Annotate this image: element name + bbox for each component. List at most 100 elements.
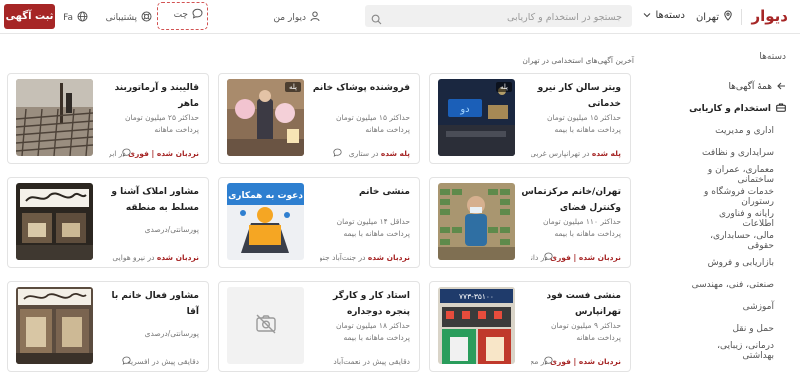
language-selector[interactable]: Fa bbox=[63, 11, 88, 25]
ad-image: دو پله bbox=[438, 79, 515, 156]
ad-card[interactable]: قالیبند و آرماتوربند ماهر حداکثر ۲۵ میلی… bbox=[7, 73, 209, 164]
ad-title: مشاور املاک آشنا و مسلط به منطقه نیروهوا… bbox=[111, 187, 199, 213]
chat-icon bbox=[544, 350, 553, 369]
sidebar-item-label: مالی، حسابداری، حقوقی bbox=[710, 231, 774, 251]
promoted-tag: پله bbox=[284, 82, 301, 92]
ad-salary: پورسانتی/درصدی bbox=[144, 225, 199, 234]
ad-salary: پورسانتی/درصدی bbox=[144, 329, 199, 338]
ad-image bbox=[16, 183, 93, 260]
sidebar-item-medical[interactable]: درمانی، زیبایی، بهداشتی bbox=[686, 340, 786, 362]
ad-image bbox=[16, 287, 93, 364]
ad-card-text: مشاور فعال خانم با آقا پورسانتی/درصدی دق… bbox=[99, 288, 199, 366]
chat-button[interactable]: چت bbox=[174, 8, 203, 22]
ad-image bbox=[16, 79, 93, 156]
divar-logo[interactable]: دیوار bbox=[751, 7, 788, 25]
chat-icon bbox=[122, 142, 131, 161]
ad-card-text: فروشنده پوشاک خانم حداکثر ۱۵ میلیون توما… bbox=[310, 80, 410, 158]
ad-title: تهران/خانم مرکزتماس وکنترل فضای مجازی... bbox=[521, 187, 621, 213]
ad-salary: حداکثر ۹ میلیون تومان bbox=[551, 321, 621, 330]
sidebar-item-finance[interactable]: مالی، حسابداری، حقوقی bbox=[686, 230, 786, 252]
sidebar-item-all-ads[interactable]: همهٔ آگهی‌ها bbox=[686, 76, 786, 98]
ad-card-text: قالیبند و آرماتوربند ماهر حداکثر ۲۵ میلی… bbox=[99, 80, 199, 158]
sidebar-item-it[interactable]: رایانه و فناوری اطلاعات bbox=[686, 208, 786, 230]
ad-title: منشی خانم bbox=[359, 187, 410, 197]
search-icon bbox=[371, 10, 382, 29]
ad-payment: پرداخت ماهانه با بیمه bbox=[343, 333, 410, 342]
ad-payment: پرداخت ماهانه با بیمه bbox=[554, 229, 621, 238]
search-box[interactable] bbox=[365, 5, 632, 29]
chat-bubble-icon bbox=[192, 8, 203, 22]
chat-icon bbox=[333, 142, 342, 161]
ad-salary: حداکثر ۱۱۰ میلیون تومان bbox=[542, 217, 621, 226]
ad-card-text: منشی خانم حداقل ۱۴ میلیون تومان پرداخت م… bbox=[310, 184, 410, 262]
ad-card-text: ویتر سالن کار نیرو خدماتی حداکثر ۱۵ میلی… bbox=[521, 80, 621, 158]
ad-card[interactable]: تهران/خانم مرکزتماس وکنترل فضای مجازی...… bbox=[429, 177, 631, 268]
sidebar-item-marketing[interactable]: بازاریابی و فروش bbox=[686, 252, 786, 274]
chat-icon bbox=[544, 246, 553, 265]
support-icon bbox=[141, 11, 152, 25]
sidebar-title: دسته‌ها bbox=[759, 52, 786, 62]
ad-title: فروشنده پوشاک خانم bbox=[312, 83, 410, 93]
my-divar-label: دیوار من bbox=[273, 13, 306, 23]
ad-card-text: منشی فست فود تهرانپارس حداکثر ۹ میلیون ت… bbox=[521, 288, 621, 366]
sidebar-item-label: رایانه و فناوری اطلاعات bbox=[719, 209, 774, 229]
ad-payment: پرداخت ماهانه با بیمه bbox=[554, 125, 621, 134]
post-ad-button[interactable]: ثبت آگهی bbox=[4, 4, 55, 29]
ad-card[interactable]: منشی خانم حداقل ۱۴ میلیون تومان پرداخت م… bbox=[218, 177, 420, 268]
ad-card-text: استاد کار و کارگر پنجره دوجداره حداکثر ۱… bbox=[310, 288, 410, 366]
sidebar-item-label: همهٔ آگهی‌ها bbox=[728, 82, 772, 92]
categories-label: دسته‌ها bbox=[655, 10, 685, 21]
location-pin-icon bbox=[723, 10, 733, 24]
ad-card[interactable]: استاد کار و کارگر پنجره دوجداره حداکثر ۱… bbox=[218, 281, 420, 372]
ad-payment: پرداخت ماهانه با بیمه bbox=[343, 229, 410, 238]
sidebar-item-label: سرایداری و نظافت bbox=[702, 148, 774, 158]
city-selector[interactable]: تهران bbox=[696, 10, 733, 24]
sidebar-item-transport[interactable]: حمل و نقل bbox=[686, 318, 786, 340]
ad-payment: پرداخت ماهانه bbox=[154, 125, 199, 134]
language-label: Fa bbox=[63, 13, 73, 23]
ad-title: مشاور فعال خانم با آقا bbox=[111, 291, 199, 317]
chat-label: چت bbox=[173, 10, 188, 20]
sidebar-item-employment[interactable]: استخدام و کاریابی bbox=[686, 98, 786, 120]
ad-card[interactable]: ویتر سالن کار نیرو خدماتی حداکثر ۱۵ میلی… bbox=[429, 73, 631, 164]
ad-salary: حداقل ۱۴ میلیون تومان bbox=[336, 217, 410, 226]
ad-card[interactable]: منشی فست فود تهرانپارس حداکثر ۹ میلیون ت… bbox=[429, 281, 631, 372]
sidebar-item-label: درمانی، زیبایی، بهداشتی bbox=[717, 341, 774, 361]
sidebar-item-label: بازاریابی و فروش bbox=[707, 258, 774, 268]
search-input[interactable] bbox=[365, 6, 632, 29]
ad-image-placeholder bbox=[227, 287, 304, 364]
ad-title: ویتر سالن کار نیرو خدماتی bbox=[537, 83, 621, 109]
arrow-right-icon bbox=[777, 82, 786, 93]
chevron-down-icon bbox=[643, 10, 651, 21]
ad-card[interactable]: مشاور املاک آشنا و مسلط به منطقه نیروهوا… bbox=[7, 177, 209, 268]
ad-image: پله bbox=[227, 79, 304, 156]
top-header: دیوار تهران دسته‌ها دیوار من چت bbox=[0, 0, 800, 34]
sidebar-item-education[interactable]: آموزشی bbox=[686, 296, 786, 318]
support-button[interactable]: پشتیبانی bbox=[106, 11, 152, 25]
ad-payment: پرداخت ماهانه bbox=[365, 125, 410, 134]
page-subtitle: آخرین آگهی‌های استخدامی در تهران bbox=[522, 56, 634, 65]
sidebar-item-janitorial[interactable]: سرایداری و نظافت bbox=[686, 142, 786, 164]
ad-card[interactable]: فروشنده پوشاک خانم حداکثر ۱۵ میلیون توما… bbox=[218, 73, 420, 164]
briefcase-icon bbox=[776, 103, 786, 115]
ad-payment: پرداخت ماهانه bbox=[576, 333, 621, 342]
sidebar-item-administrative[interactable]: اداری و مدیریت bbox=[686, 120, 786, 142]
categories-dropdown[interactable]: دسته‌ها bbox=[643, 10, 685, 21]
sidebar-item-label: صنعتی، فنی، مهندسی bbox=[691, 280, 774, 290]
ad-image: ۷۷۳-۳۵۱۰۰ bbox=[438, 287, 515, 364]
no-image-icon bbox=[255, 314, 277, 338]
ad-card[interactable]: مشاور فعال خانم با آقا پورسانتی/درصدی دق… bbox=[7, 281, 209, 372]
city-label: تهران bbox=[695, 11, 719, 23]
ad-salary: حداکثر ۱۵ میلیون تومان bbox=[335, 113, 410, 122]
category-sidebar: دسته‌ها همهٔ آگهی‌ها استخدام و کاریابی ا… bbox=[686, 52, 786, 362]
sidebar-item-label: حمل و نقل bbox=[732, 324, 774, 334]
sidebar-item-architecture[interactable]: معماری، عمران و ساختمانی bbox=[686, 164, 786, 186]
sidebar-item-industrial[interactable]: صنعتی، فنی، مهندسی bbox=[686, 274, 786, 296]
my-divar-button[interactable]: دیوار من bbox=[273, 11, 320, 25]
ad-status: نردبان شده در جنت‌آباد جنوبی bbox=[320, 253, 410, 262]
ad-card-text: مشاور املاک آشنا و مسلط به منطقه نیروهوا… bbox=[99, 184, 199, 262]
promoted-tag: پله bbox=[495, 82, 512, 92]
sidebar-item-store-restaurant[interactable]: خدمات فروشگاه و رستوران bbox=[686, 186, 786, 208]
ad-title: قالیبند و آرماتوربند ماهر bbox=[114, 83, 199, 109]
ad-card-text: تهران/خانم مرکزتماس وکنترل فضای مجازی...… bbox=[521, 184, 621, 262]
